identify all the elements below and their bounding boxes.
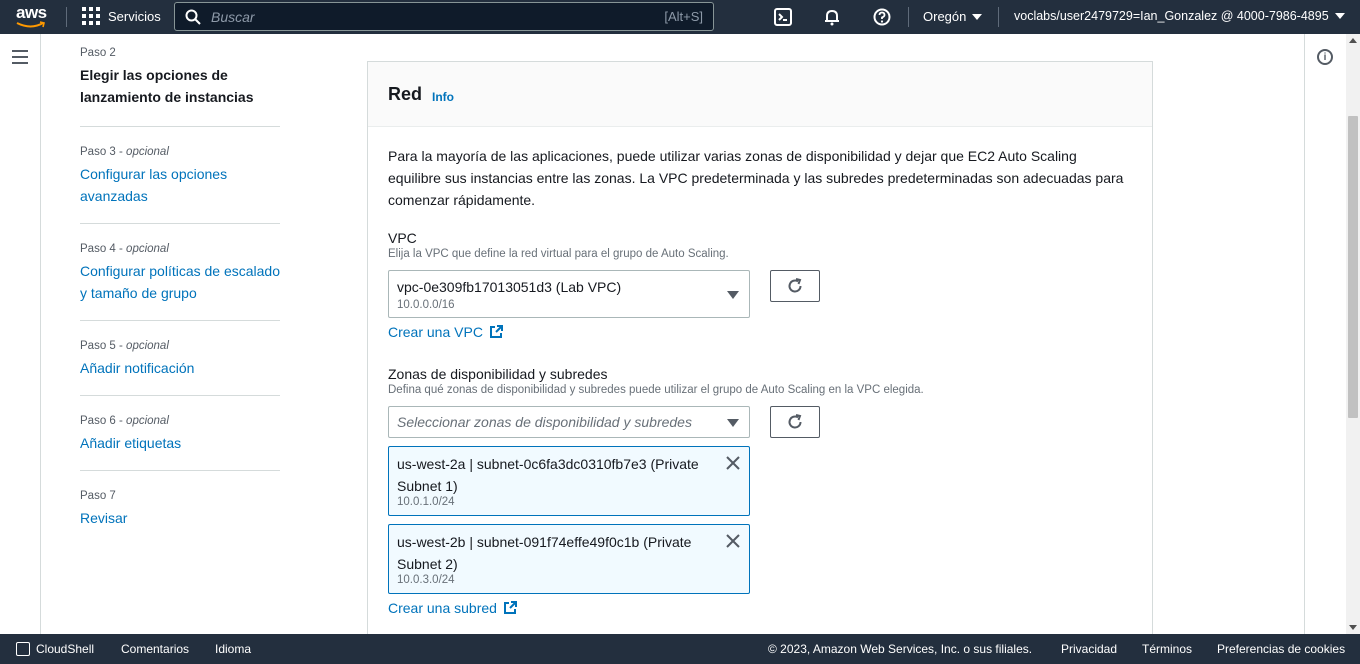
nav-divider: [908, 7, 909, 27]
step-2: Paso 2 Elegir las opciones de lanzamient…: [80, 46, 280, 127]
step-link-notification[interactable]: Añadir notificación: [80, 357, 280, 379]
close-icon[interactable]: [725, 533, 741, 549]
subnets-select[interactable]: Seleccionar zonas de disponibilidad y su…: [388, 406, 750, 438]
wizard-steps: Paso 2 Elegir las opciones de lanzamient…: [80, 46, 280, 531]
vpc-field: VPC Elija la VPC que define la red virtu…: [388, 230, 729, 260]
side-divider: [1304, 34, 1305, 634]
refresh-icon: [788, 414, 802, 429]
search-placeholder: Buscar: [211, 8, 255, 25]
side-divider: [40, 34, 41, 634]
nav-divider: [998, 7, 999, 27]
subnet-token: us-west-2b | subnet-091f74effe49f0c1b (P…: [388, 524, 750, 594]
footer-copyright: © 2023, Amazon Web Services, Inc. o sus …: [768, 642, 1033, 656]
info-link[interactable]: Info: [432, 90, 454, 104]
subnet-token: us-west-2a | subnet-0c6fa3dc0310fb7e3 (P…: [388, 446, 750, 516]
vpc-cidr: 10.0.0.0/16: [397, 299, 455, 311]
footer: CloudShell Comentarios Idioma © 2023, Am…: [0, 634, 1360, 664]
step-label: Paso 2: [80, 47, 116, 59]
caret-down-icon: [972, 13, 983, 20]
footer-cookies[interactable]: Preferencias de cookies: [1217, 642, 1345, 656]
step-label: Paso 7: [80, 490, 116, 502]
caret-down-icon: [1334, 13, 1345, 19]
search-icon: [185, 9, 201, 25]
subnets-field: Zonas de disponibilidad y subredes Defin…: [388, 366, 924, 396]
account-menu[interactable]: voclabs/user2479729=Ian_Gonzalez @ 4000-…: [1014, 9, 1345, 23]
subnet-token-name: us-west-2a | subnet-0c6fa3dc0310fb7e3 (P…: [397, 456, 699, 494]
scroll-up-icon[interactable]: [1349, 38, 1357, 43]
panel-body: Para la mayoría de las aplicaciones, pue…: [368, 127, 1152, 229]
aws-logo[interactable]: aws: [16, 4, 50, 30]
step-label: Paso 4 - opcional: [80, 243, 169, 255]
footer-feedback[interactable]: Comentarios: [121, 642, 189, 656]
search-shortcut: [Alt+S]: [664, 9, 703, 24]
step-5: Paso 5 - opcional Añadir notificación: [80, 321, 280, 396]
services-label: Servicios: [108, 8, 161, 24]
create-vpc-label: Crear una VPC: [388, 324, 483, 340]
step-title: Elegir las opciones de lanzamiento de in…: [80, 67, 254, 105]
footer-language[interactable]: Idioma: [215, 642, 251, 656]
external-link-icon: [489, 325, 503, 338]
close-icon[interactable]: [725, 455, 741, 471]
top-navigation: aws Servicios Buscar [Alt+S] Oregón vocl…: [0, 0, 1360, 34]
vpc-selected-value: vpc-0e309fb17013051d3 (Lab VPC): [397, 279, 622, 295]
step-6: Paso 6 - opcional Añadir etiquetas: [80, 396, 280, 471]
refresh-subnets-button[interactable]: [770, 406, 820, 438]
step-7: Paso 7 Revisar: [80, 471, 280, 531]
subnet-token-cidr: 10.0.3.0/24: [397, 574, 455, 586]
aws-smile-icon: [16, 21, 45, 28]
step-label: Paso 3 - opcional: [80, 146, 169, 158]
subnets-label: Zonas de disponibilidad y subredes: [388, 366, 608, 382]
vpc-select[interactable]: vpc-0e309fb17013051d3 (Lab VPC) 10.0.0.0…: [388, 270, 750, 318]
scroll-down-icon[interactable]: [1349, 625, 1357, 630]
region-selector[interactable]: Oregón: [923, 9, 983, 24]
aws-logo-text: aws: [16, 3, 47, 22]
step-label: Paso 6 - opcional: [80, 415, 169, 427]
step-link-review[interactable]: Revisar: [80, 507, 280, 529]
create-subnet-label: Crear una subred: [388, 600, 497, 616]
network-description: Para la mayoría de las aplicaciones, pue…: [388, 148, 1124, 208]
create-subnet-link[interactable]: Crear una subred: [388, 600, 517, 616]
search-input[interactable]: Buscar [Alt+S]: [174, 2, 714, 31]
footer-terms[interactable]: Términos: [1142, 642, 1192, 656]
refresh-icon: [788, 278, 802, 293]
create-vpc-link[interactable]: Crear una VPC: [388, 324, 503, 340]
refresh-vpc-button[interactable]: [770, 270, 820, 302]
cloudshell-icon[interactable]: [773, 7, 793, 27]
step-link-scaling-policies[interactable]: Configurar políticas de escalado y tamañ…: [80, 260, 280, 304]
vpc-description: Elija la VPC que define la red virtual p…: [388, 248, 729, 260]
scrollbar[interactable]: [1346, 34, 1360, 634]
external-link-icon: [503, 601, 517, 614]
help-icon[interactable]: [872, 7, 892, 27]
vpc-label: VPC: [388, 230, 417, 246]
subnet-token-cidr: 10.0.1.0/24: [397, 496, 455, 508]
caret-down-icon: [727, 419, 739, 427]
panel-title: Red: [388, 83, 423, 104]
step-3: Paso 3 - opcional Configurar las opcione…: [80, 127, 280, 224]
cloudshell-icon: [16, 642, 30, 656]
footer-privacy[interactable]: Privacidad: [1061, 642, 1117, 656]
subnet-token-name: us-west-2b | subnet-091f74effe49f0c1b (P…: [397, 534, 692, 572]
region-label: Oregón: [923, 9, 967, 24]
nav-divider: [66, 7, 67, 27]
scroll-thumb[interactable]: [1348, 116, 1358, 418]
step-link-tags[interactable]: Añadir etiquetas: [80, 432, 280, 454]
account-label: voclabs/user2479729=Ian_Gonzalez @ 4000-…: [1014, 9, 1329, 23]
subnets-placeholder: Seleccionar zonas de disponibilidad y su…: [397, 414, 692, 430]
hamburger-menu-icon[interactable]: [12, 50, 28, 64]
caret-down-icon: [727, 291, 739, 299]
services-menu[interactable]: Servicios: [82, 7, 161, 25]
subnets-description: Defina qué zonas de disponibilidad y sub…: [388, 384, 924, 396]
panel-header: Red Info: [368, 62, 1152, 127]
footer-cloudshell[interactable]: CloudShell: [16, 642, 94, 656]
step-4: Paso 4 - opcional Configurar políticas d…: [80, 224, 280, 321]
info-panel-icon[interactable]: i: [1317, 49, 1333, 65]
bell-icon[interactable]: [822, 7, 842, 27]
grid-icon: [82, 7, 100, 25]
step-label: Paso 5 - opcional: [80, 340, 169, 352]
step-link-advanced-options[interactable]: Configurar las opciones avanzadas: [80, 163, 280, 207]
